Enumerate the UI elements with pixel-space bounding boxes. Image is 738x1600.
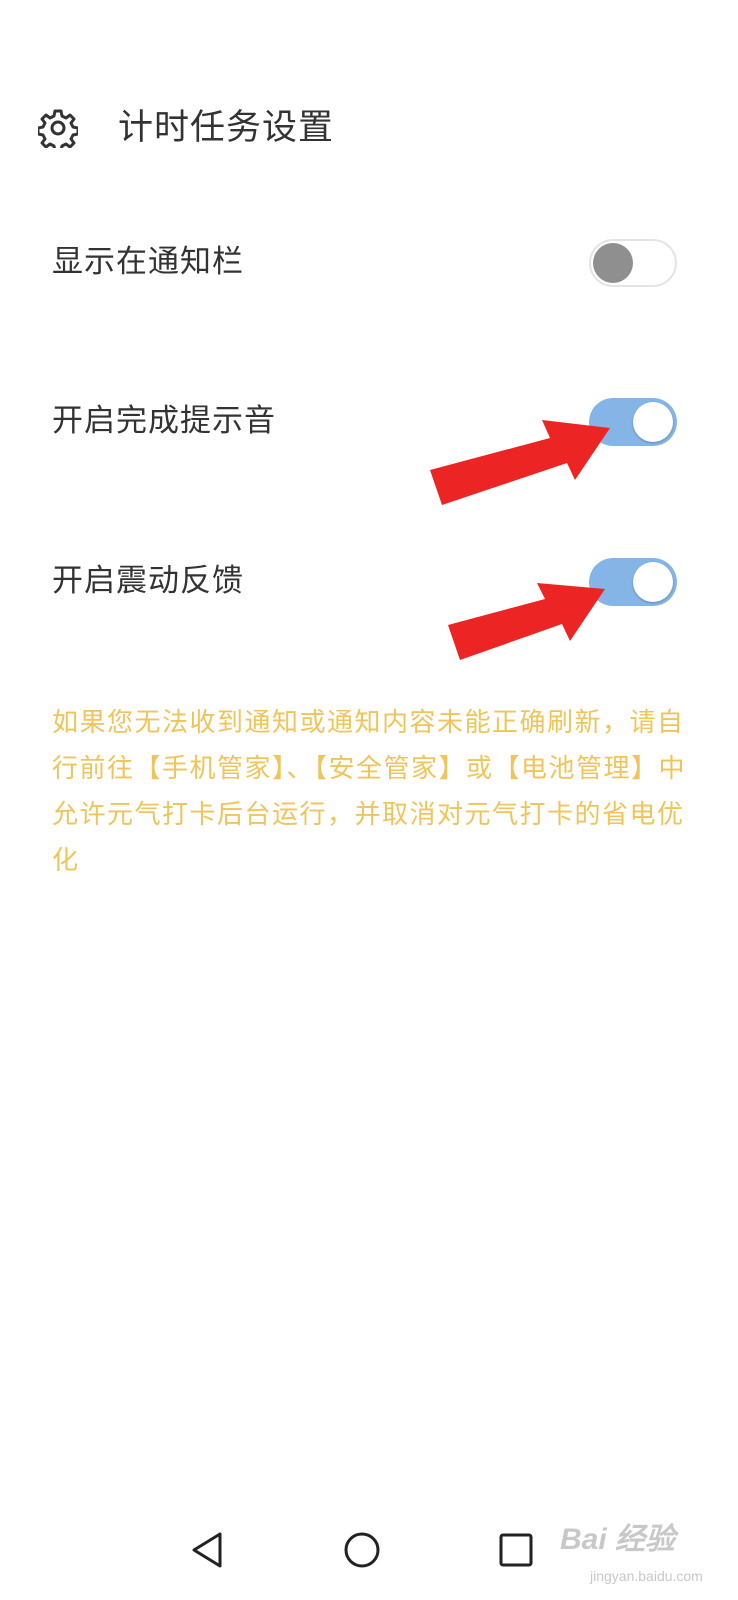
notification-bar-toggle[interactable] xyxy=(589,239,677,287)
toggle-thumb xyxy=(633,562,673,602)
baidu-watermark: Bai 经验 jingyan.baidu.com xyxy=(560,1508,730,1593)
setting-row-notification-bar[interactable]: 显示在通知栏 xyxy=(0,222,738,302)
toggle-thumb xyxy=(593,243,633,283)
red-arrow-annotation xyxy=(448,583,605,660)
gear-icon[interactable] xyxy=(38,108,78,148)
red-arrow-annotation xyxy=(430,420,610,505)
circle-home-icon[interactable] xyxy=(342,1530,382,1570)
page-title: 计时任务设置 xyxy=(118,108,335,148)
setting-row-completion-sound[interactable]: 开启完成提示音 xyxy=(0,381,738,461)
notice-text: 如果您无法收到通知或通知内容未能正确刷新，请自行前往【手机管家】、【安全管家】或… xyxy=(52,708,687,876)
setting-label: 开启震动反馈 xyxy=(52,563,244,599)
setting-label: 显示在通知栏 xyxy=(52,244,244,280)
page-header: 计时任务设置 xyxy=(0,88,738,168)
watermark-brand: Bai 经验 xyxy=(560,1523,676,1556)
watermark-url: jingyan.baidu.com xyxy=(590,1568,703,1584)
toggle-thumb xyxy=(633,402,673,442)
square-recents-icon[interactable] xyxy=(496,1530,536,1570)
triangle-back-icon[interactable] xyxy=(188,1530,228,1570)
setting-row-vibration[interactable]: 开启震动反馈 xyxy=(0,541,738,621)
setting-label: 开启完成提示音 xyxy=(52,403,276,439)
